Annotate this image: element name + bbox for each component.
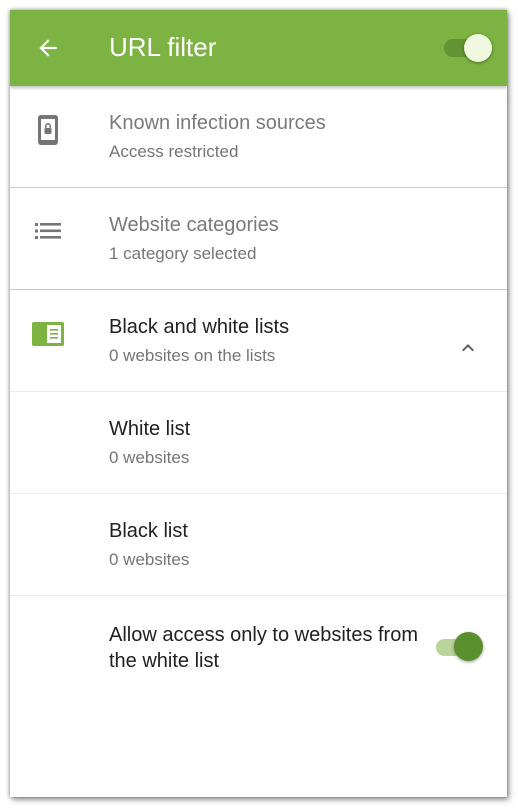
phone-lock-icon [32,114,64,146]
lists-card-icon [32,318,64,350]
known-infection-sources-item[interactable]: Known infection sources Access restricte… [10,86,507,187]
arrow-left-icon [39,39,57,57]
app-bar: URL filter [10,10,507,86]
item-title: Website categories [109,214,279,236]
url-filter-master-switch[interactable] [444,34,492,62]
item-subtitle: 0 websites [109,448,190,467]
item-title: Known infection sources [109,112,326,134]
item-title: White list [109,418,191,440]
item-subtitle: 0 websites on the lists [109,346,276,365]
switch-thumb [464,34,492,62]
back-button[interactable] [28,28,68,68]
black-and-white-lists-item[interactable]: Black and white lists 0 websites on the … [10,290,507,391]
item-subtitle: 1 category selected [109,244,257,263]
item-subtitle: 0 websites [109,550,190,569]
white-list-item[interactable]: White list 0 websites [10,392,507,493]
chevron-up-icon[interactable] [456,336,480,360]
item-subtitle: Access restricted [109,142,239,161]
page-title: URL filter [109,32,217,62]
item-title: Black and white lists [109,316,290,338]
website-categories-item[interactable]: Website categories 1 category selected [10,188,507,289]
black-list-item[interactable]: Black list 0 websites [10,494,507,595]
allow-only-white-list-label: Allow access only to websites from the w… [109,624,419,672]
item-title: Black list [109,520,188,542]
list-icon [32,215,64,247]
switch-thumb [454,632,483,661]
app-screen: URL filter Known infection sources Acces… [10,10,507,797]
allow-only-white-list-switch[interactable] [436,632,484,662]
